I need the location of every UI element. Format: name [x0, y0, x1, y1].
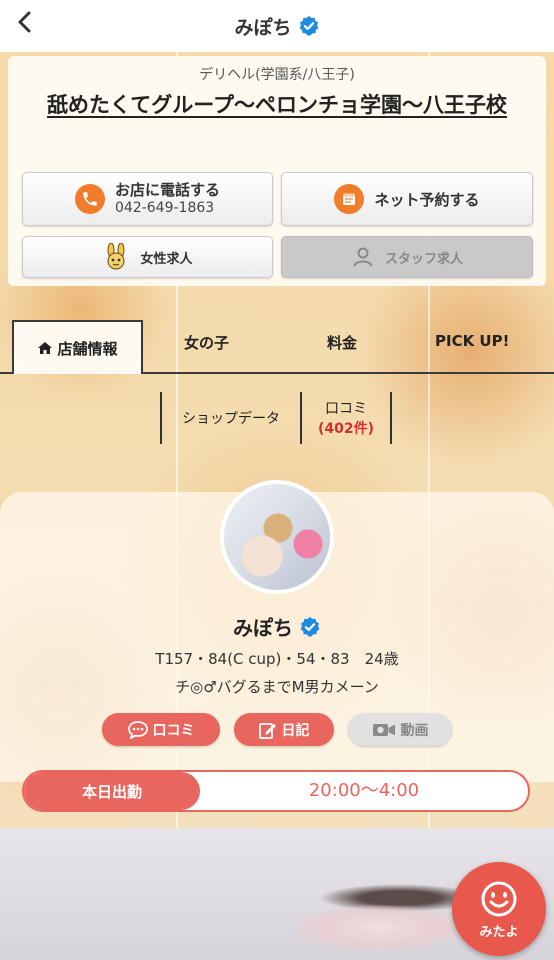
phone-number: 042-649-1863	[114, 200, 215, 216]
calendar-icon	[334, 184, 365, 214]
call-shop-label: お店に電話する	[114, 181, 220, 199]
video-camera-icon	[372, 723, 395, 736]
subtab-reviews[interactable]: 口コミ (402件)	[300, 392, 392, 444]
sub-navigation: ショップデータ 口コミ (402件)	[160, 392, 392, 444]
home-icon	[38, 342, 53, 354]
tab-shop-info[interactable]: 店舗情報	[12, 320, 143, 374]
chat-bubble-icon	[127, 720, 148, 739]
web-reservation-button[interactable]: ネット予約する	[281, 172, 533, 226]
video-button-label: 動画	[400, 722, 429, 739]
reviews-count: (402件)	[317, 421, 375, 437]
women-jobs-label: 女性求人	[140, 251, 193, 267]
edit-icon	[258, 722, 276, 739]
shop-card: デリヘル(学園系/八王子) 舐めたくてグループ～ペロンチョ学園～八王子校 お店に…	[8, 56, 546, 286]
bunny-mascot-icon	[107, 243, 125, 270]
schedule-bar: 本日出勤 20:00～4:00	[22, 770, 530, 812]
phone-icon	[74, 184, 105, 214]
profile-catchphrase: チ◎♂バグるまでM男カメーン	[175, 678, 379, 696]
page-title-group: みぽち	[234, 13, 319, 40]
avatar[interactable]	[220, 480, 334, 594]
tab-girls[interactable]: 女の子	[184, 332, 229, 353]
tab-shop-info-label: 店舗情報	[57, 339, 118, 358]
subtab-shop-data-label: ショップデータ	[182, 411, 280, 427]
profile-name: みぽち	[233, 616, 293, 640]
schedule-label: 本日出勤	[24, 772, 200, 810]
shop-category: デリヘル(学園系/八王子)	[199, 67, 355, 83]
profile-stats: T157・84(C cup)・54・83 24歳	[155, 650, 399, 668]
review-button-label: 口コミ	[152, 722, 195, 739]
tab-bar-line	[143, 372, 554, 374]
diary-button-label: 日記	[281, 722, 310, 739]
verified-badge-icon	[299, 15, 318, 36]
back-chevron-icon[interactable]	[14, 10, 38, 34]
smiley-icon	[481, 881, 517, 916]
mitayo-label: みたよ	[479, 924, 519, 940]
women-jobs-button[interactable]: 女性求人	[22, 236, 273, 278]
review-button[interactable]: 口コミ	[102, 713, 220, 746]
person-icon	[353, 247, 373, 267]
tab-price[interactable]: 料金	[327, 332, 357, 353]
staff-jobs-button[interactable]: スタッフ求人	[281, 236, 533, 278]
page-title: みぽち	[234, 16, 292, 39]
tab-pickup[interactable]: PICK UP!	[435, 332, 509, 350]
web-reservation-label: ネット予約する	[374, 190, 480, 209]
mitayo-button[interactable]: みたよ	[452, 862, 546, 956]
profile-name-group: みぽち	[0, 612, 554, 641]
top-bar: みぽち	[0, 0, 554, 52]
video-button[interactable]: 動画	[348, 713, 452, 746]
schedule-time: 20:00～4:00	[308, 780, 420, 801]
subtab-reviews-label: 口コミ	[325, 401, 367, 417]
subtab-shop-data[interactable]: ショップデータ	[160, 392, 300, 444]
shop-name-link[interactable]: 舐めたくてグループ～ペロンチョ学園～八王子校	[22, 86, 532, 124]
diary-button[interactable]: 日記	[234, 713, 334, 746]
call-shop-button[interactable]: お店に電話する 042-649-1863	[22, 172, 273, 226]
staff-jobs-label: スタッフ求人	[384, 251, 463, 267]
verified-badge-icon	[300, 616, 320, 637]
